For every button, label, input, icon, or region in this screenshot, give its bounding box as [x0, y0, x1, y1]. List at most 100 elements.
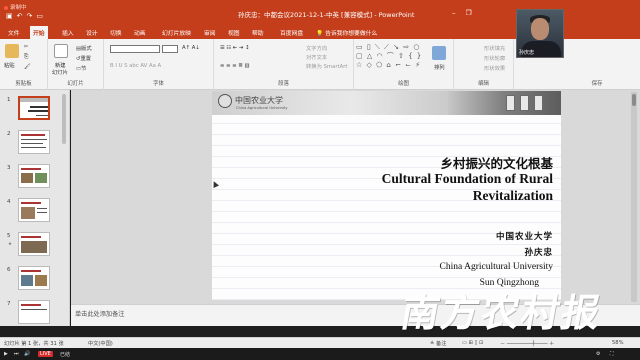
group-editing: 形状填充 形状轮廓 形状效果 编辑 — [454, 39, 514, 90]
tab-design[interactable]: 设计 — [86, 28, 98, 37]
thumbnail-item[interactable]: 7 — [0, 296, 69, 326]
slideshow-icon[interactable]: ▭ — [36, 12, 47, 20]
group-label-clipboard: 剪贴板 — [15, 81, 32, 87]
video-player-bar: ▶ ⏭ 🔊 LIVE 已结 ⚙ ⛶ — [0, 348, 640, 360]
volume-icon[interactable]: 🔊 — [24, 351, 30, 357]
tab-home[interactable]: 开始 — [30, 26, 48, 39]
thumbnail-number: 5 — [7, 233, 11, 239]
next-icon[interactable]: ⏭ — [14, 351, 19, 357]
tab-transitions[interactable]: 切换 — [110, 28, 122, 37]
font-format-buttons[interactable]: B I U S abc AV Aa A — [110, 63, 161, 69]
align-text-button[interactable]: 对齐文本 — [306, 53, 327, 61]
current-slide[interactable]: 中国农业大学 China Agricultural University 乡村振… — [212, 91, 561, 300]
thumbnails-scrollbar[interactable] — [62, 94, 66, 144]
thumbnail-image[interactable] — [18, 164, 50, 188]
thumbnail-number: 4 — [7, 199, 11, 205]
group-slides: 新建 幻灯片 ▤版式 ↺重置 ▭节 幻灯片 — [48, 39, 104, 90]
paste-button[interactable]: 粘贴 — [4, 61, 15, 69]
new-slide-icon[interactable] — [54, 44, 68, 58]
tab-help[interactable]: 帮助 — [252, 28, 264, 37]
align-buttons[interactable]: ≡ ≡ ≡ ≣ ▥ — [220, 63, 250, 69]
tab-review[interactable]: 审阅 — [204, 28, 216, 37]
copy-icon[interactable]: ⎘ — [24, 54, 28, 61]
shape-outline-button[interactable]: 形状轮廓 — [484, 54, 505, 62]
language-indicator[interactable]: 中文(中国) — [88, 340, 113, 347]
thumbnail-image[interactable] — [18, 266, 50, 290]
smartart-button[interactable]: 转换为 SmartArt — [306, 62, 347, 70]
new-slide-button-line2: 幻灯片 — [52, 70, 68, 76]
thumbnail-number: 2 — [7, 131, 11, 137]
editor-scrollbar-thumb[interactable] — [632, 94, 636, 106]
group-label-font: 字体 — [153, 81, 164, 87]
save-icon[interactable]: ▣ — [6, 12, 17, 20]
layout-button[interactable]: ▤版式 — [76, 44, 92, 52]
banner-university-name: 中国农业大学 — [235, 96, 283, 105]
recording-label: 录制中 — [10, 5, 27, 11]
thumbnail-image[interactable] — [18, 96, 50, 120]
slide-banner: 中国农业大学 China Agricultural University — [212, 91, 561, 115]
group-drawing: ▭ ▯ ⟍ ⟋ ↘ ⇨ ○ ▢ △ ◠ ⌒ ⇧ { } ☆ ◇ ⬠ ⌂ ⌐ ⌙ … — [354, 39, 454, 90]
zoom-level[interactable]: 58% — [612, 340, 624, 346]
zoom-slider[interactable]: － ────────┼──── ＋ — [500, 340, 554, 347]
paste-icon[interactable] — [5, 44, 19, 58]
thumbnail-item[interactable]: 3 — [0, 160, 69, 192]
thumbnail-item[interactable]: 6 — [0, 262, 69, 294]
slide-counter: 幻灯片 第 1 张，共 31 张 — [4, 341, 64, 347]
webcam-overlay: 孙庆忠 — [516, 9, 564, 58]
shape-effects-button[interactable]: 形状效果 — [484, 64, 505, 72]
arrange-button[interactable]: 排列 — [434, 63, 445, 71]
thumbnail-image[interactable] — [18, 300, 50, 324]
format-painter-icon[interactable]: 🖌 — [24, 64, 31, 70]
undo-icon[interactable]: ↶ — [17, 12, 27, 20]
section-button[interactable]: ▭节 — [76, 64, 86, 72]
cut-icon[interactable]: ✂ — [24, 44, 28, 50]
record-dot-icon — [4, 5, 8, 10]
view-buttons[interactable]: ▭ ⊞ ▯ ⊡ — [462, 340, 483, 346]
grow-font-icon[interactable]: A↑ A↓ — [182, 45, 200, 51]
font-name-select[interactable] — [110, 45, 160, 53]
slide-author-cn: 孙庆忠 — [524, 248, 553, 258]
tab-baidu-netdisk[interactable]: 百度网盘 — [280, 28, 303, 37]
minimize-icon[interactable]: – — [452, 9, 466, 17]
text-direction-button[interactable]: 文字方向 — [306, 44, 327, 52]
thumbnail-item[interactable]: 4 — [0, 194, 69, 226]
tab-animations[interactable]: 动画 — [134, 28, 146, 37]
reset-button[interactable]: ↺重置 — [76, 54, 91, 62]
list-buttons[interactable]: ☰ ☷ ⇤ ⇥ ↕ — [220, 45, 250, 51]
font-size-select[interactable] — [162, 45, 178, 53]
slide-editor: 中国农业大学 China Agricultural University 乡村振… — [71, 90, 640, 304]
thumbnail-image[interactable] — [18, 232, 50, 256]
presenter-name: 孙庆忠 — [519, 50, 535, 56]
play-icon[interactable]: ▶ — [4, 351, 8, 357]
group-label-editing: 编辑 — [478, 81, 489, 87]
thumbnail-item[interactable]: 1 — [0, 92, 69, 124]
thumbnail-item[interactable]: 5 ★ — [0, 228, 69, 260]
thumbnail-item[interactable]: 2 — [0, 126, 69, 158]
banner-university-en: China Agricultural University — [236, 106, 288, 110]
notes-toggle-button[interactable]: ≜ 备注 — [430, 340, 446, 347]
quick-access-toolbar: ▣↶↷▭ — [6, 12, 47, 20]
thumbnail-image[interactable] — [18, 198, 50, 222]
thumbnail-image[interactable] — [18, 130, 50, 154]
arrange-icon[interactable] — [432, 46, 446, 60]
notes-placeholder[interactable]: 单击此处添加备注 — [75, 309, 125, 318]
group-clipboard: 粘贴 ✂ ⎘ 🖌 剪贴板 — [0, 39, 48, 90]
group-label-paragraph: 段落 — [278, 81, 289, 87]
group-label-slides: 幻灯片 — [67, 81, 84, 87]
restore-icon[interactable]: ❐ — [466, 9, 482, 17]
shape-fill-button[interactable]: 形状填充 — [484, 44, 505, 52]
group-label-save: 保存 — [591, 81, 603, 87]
tab-view[interactable]: 视图 — [228, 28, 240, 37]
tab-slideshow[interactable]: 幻灯片放映 — [162, 28, 191, 37]
settings-icon[interactable]: ⚙ — [596, 351, 600, 357]
tab-insert[interactable]: 插入 — [62, 28, 74, 37]
fullscreen-icon[interactable]: ⛶ — [610, 351, 614, 357]
presenter-face — [531, 18, 549, 40]
tab-file[interactable]: 文件 — [8, 28, 20, 37]
editor-scrollbar[interactable] — [631, 92, 637, 302]
shapes-gallery[interactable]: ▭ ▯ ⟍ ⟋ ↘ ⇨ ○ ▢ △ ◠ ⌒ ⇧ { } ☆ ◇ ⬠ ⌂ ⌐ ⌙ … — [356, 43, 422, 70]
thumbnail-number: 1 — [7, 97, 11, 103]
redo-icon[interactable]: ↷ — [27, 12, 37, 20]
banner-building-photo — [448, 91, 561, 115]
tell-me-search[interactable]: 💡 告诉我你想要做什么 — [316, 28, 377, 37]
